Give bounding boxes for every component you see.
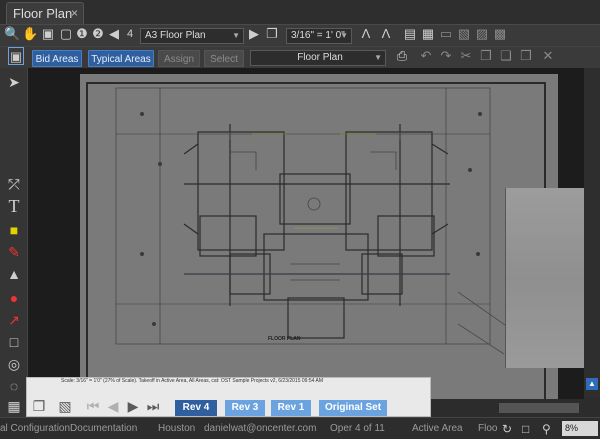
typical-areas-button[interactable]: Typical Areas <box>88 50 154 67</box>
target-icon[interactable]: ◎ <box>4 354 24 374</box>
compare-icon[interactable]: ▨ <box>474 25 490 43</box>
page-select[interactable]: A3 Floor Plan ▼ <box>140 28 244 44</box>
clipboard-icon[interactable]: ▩ <box>492 25 508 43</box>
status-user: danielwat@oncenter.com <box>204 423 317 434</box>
previous-revision-icon[interactable]: ◀ <box>105 398 121 414</box>
zoom-window-icon[interactable]: ▣ <box>40 25 56 43</box>
layer-select[interactable]: Floor Plan ▼ <box>250 50 386 66</box>
rotate-icon[interactable]: ↻ <box>502 418 512 439</box>
navigation-toolbar: 🔍 ✋ ▣ ▢ ❶ ❷ ◀ 4 A3 Floor Plan ▼ ▶ ❐ 3/16… <box>0 24 600 46</box>
scroll-thumb[interactable] <box>499 403 579 413</box>
first-revision-icon[interactable]: ⏮ <box>85 398 101 414</box>
previous-page-icon[interactable]: ◀ <box>106 25 122 43</box>
undo-icon[interactable]: ↶ <box>418 47 434 65</box>
print-icon[interactable]: ⎙ <box>394 47 410 65</box>
select-button[interactable]: Select <box>204 50 244 67</box>
page-number-label: 4 <box>126 28 134 40</box>
layer-name: Floor Plan <box>297 52 343 63</box>
tab-bar: Floor Plan × <box>0 0 600 24</box>
rev-1-button[interactable]: Rev 1 <box>271 400 311 416</box>
document-icon[interactable]: ▤ <box>402 25 418 43</box>
page-compare-icon[interactable]: ▧ <box>57 398 73 414</box>
image-icon[interactable]: ▦ <box>420 25 436 43</box>
original-set-button[interactable]: Original Set <box>319 400 387 416</box>
select-area-icon[interactable]: ▣ <box>8 47 24 65</box>
paste-icon[interactable]: ❑ <box>498 47 514 65</box>
pointer-arrow-icon[interactable]: ➤ <box>4 72 24 92</box>
eraser-icon[interactable]: ◌ <box>4 376 24 396</box>
tab-title: Floor Plan <box>13 6 73 21</box>
status-page: Oper 4 of 11 <box>330 423 385 434</box>
measure-line-icon[interactable]: ⤱ <box>4 174 24 194</box>
drawing-title: FLOOR PLAN <box>268 336 301 342</box>
last-revision-icon[interactable]: ⏭ <box>145 398 161 414</box>
vertical-scrollbar[interactable]: ▲ <box>584 68 600 398</box>
forward-circle-icon[interactable]: ❷ <box>90 25 106 43</box>
rev-4-button[interactable]: Rev 4 <box>175 400 217 416</box>
pan-hand-icon[interactable]: ✋ <box>22 25 38 43</box>
page-copy-icon[interactable]: ❐ <box>31 398 47 414</box>
chevron-down-icon: ▼ <box>374 53 382 62</box>
next-page-icon[interactable]: ▶ <box>246 25 262 43</box>
duplicate-icon[interactable]: ❒ <box>518 47 534 65</box>
next-revision-icon[interactable]: ▶ <box>125 398 141 414</box>
set-scale-icon[interactable]: Λ <box>358 25 374 43</box>
arrow-tool-icon[interactable]: ↗ <box>4 310 24 330</box>
title-block <box>505 188 585 368</box>
scroll-up-icon[interactable]: ▲ <box>586 378 598 390</box>
takeoff-note: Scale: 3/16" = 1'0" (27% of Scale). Take… <box>61 378 324 384</box>
rectangle-tool-icon[interactable]: □ <box>4 332 24 352</box>
app-window: Floor Plan × 🔍 ✋ ▣ ▢ ❶ ❷ ◀ 4 A3 Floor Pl… <box>0 0 600 439</box>
status-config: al ConfigurationDocumentation <box>0 423 138 434</box>
assign-button[interactable]: Assign <box>158 50 200 67</box>
cloud-icon[interactable]: ● <box>4 288 24 308</box>
horizontal-scrollbar[interactable] <box>431 399 600 417</box>
rev-3-button[interactable]: Rev 3 <box>225 400 265 416</box>
cut-icon[interactable]: ✂ <box>458 47 474 65</box>
drawing-sheet: FLOOR PLAN <box>80 74 585 414</box>
delete-icon[interactable]: ✕ <box>540 47 556 65</box>
revisions-panel: Scale: 3/16" = 1'0" (27% of Scale). Take… <box>26 377 431 417</box>
back-circle-icon[interactable]: ❶ <box>74 25 90 43</box>
overlay-icon[interactable]: ▧ <box>456 25 472 43</box>
status-layer: Floo <box>478 423 498 434</box>
scale-select[interactable]: 3/16" = 1' 0" ▼ <box>286 28 352 44</box>
zoom-area-icon[interactable]: ▢ <box>58 25 74 43</box>
zoom-fit-icon[interactable]: □ <box>522 418 529 439</box>
tool-palette: ➤ ⤱ T ■ ✎ ▲ ● ↗ □ ◎ ◌ ▦ <box>0 68 28 417</box>
status-location: Houston <box>158 423 196 434</box>
areas-toolbar: ▣ Bid Areas Typical Areas Assign Select … <box>0 46 600 68</box>
chevron-down-icon: ▼ <box>340 31 348 40</box>
page-name: A3 Floor Plan <box>145 30 206 41</box>
floor-plan-drawing: FLOOR PLAN <box>115 87 519 355</box>
page-list-icon[interactable]: ❐ <box>264 25 280 43</box>
status-bar: al ConfigurationDocumentation Houston da… <box>0 417 600 439</box>
crop-icon[interactable]: ▭ <box>438 25 454 43</box>
highlight-icon[interactable]: ■ <box>4 220 24 240</box>
zoom-icon[interactable]: ⚲ <box>542 418 551 439</box>
tab-floor-plan[interactable]: Floor Plan × <box>6 2 84 24</box>
drawing-canvas[interactable]: FLOOR PLAN <box>28 68 585 417</box>
pen-icon[interactable]: ✎ <box>4 242 24 262</box>
chevron-down-icon: ▼ <box>232 31 240 40</box>
text-tool-icon[interactable]: T <box>4 196 24 216</box>
scale-value: 3/16" = 1' 0" <box>291 30 345 41</box>
calibrate-scale-icon[interactable]: Λ <box>378 25 394 43</box>
copy-icon[interactable]: ❐ <box>478 47 494 65</box>
zoom-search-icon[interactable]: 🔍 <box>4 25 20 43</box>
stamp-icon[interactable]: ▲ <box>4 264 24 284</box>
zoom-level-field[interactable]: 8% <box>562 421 598 436</box>
status-area: Active Area <box>412 423 463 434</box>
redo-icon[interactable]: ↷ <box>438 47 454 65</box>
hatch-icon[interactable]: ▦ <box>4 396 24 416</box>
close-icon[interactable]: × <box>71 3 78 24</box>
bid-areas-button[interactable]: Bid Areas <box>32 50 82 67</box>
